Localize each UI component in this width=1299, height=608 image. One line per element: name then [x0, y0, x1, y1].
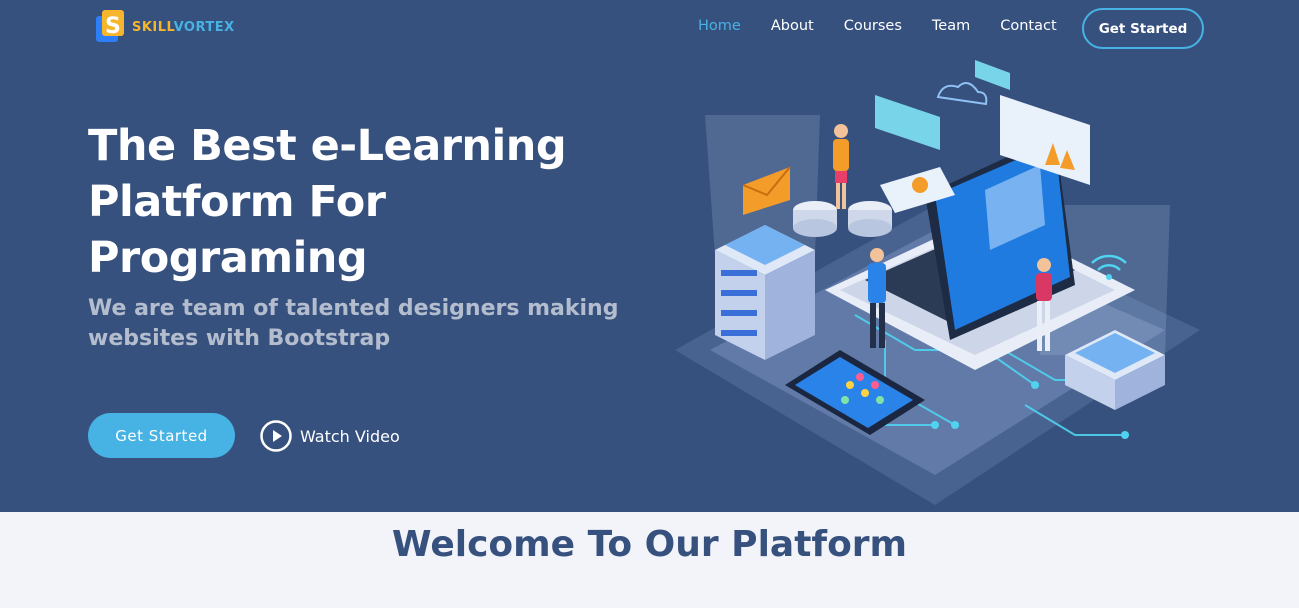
welcome-section-title: Welcome To Our Platform: [391, 524, 908, 565]
brand-name-part2: VORTEX: [173, 19, 235, 35]
brand-name: SKILLVORTEX: [132, 20, 235, 35]
svg-text:S: S: [105, 14, 121, 39]
watch-video-button[interactable]: Watch Video: [260, 420, 400, 452]
nav-link-courses[interactable]: Courses: [844, 18, 902, 34]
play-circle-icon: [260, 420, 292, 452]
hero-get-started-button[interactable]: Get Started: [88, 413, 235, 458]
nav-link-contact[interactable]: Contact: [1000, 18, 1056, 34]
hero-illustration: [675, 60, 1200, 505]
hero-title: The Best e-Learning Platform For Program…: [88, 121, 567, 283]
logo-mark-icon: S: [96, 10, 126, 44]
watch-video-label: Watch Video: [300, 426, 400, 446]
hero-subtitle: We are team of talented designers making…: [88, 296, 619, 351]
main-nav: Home About Courses Team Contact: [698, 18, 1087, 34]
nav-link-team[interactable]: Team: [932, 18, 970, 34]
brand-logo[interactable]: S SKILLVORTEX: [96, 10, 235, 44]
nav-link-home[interactable]: Home: [698, 18, 741, 34]
header-get-started-button[interactable]: Get Started: [1082, 8, 1204, 49]
brand-name-part1: SKILL: [132, 19, 174, 35]
nav-link-about[interactable]: About: [771, 18, 814, 34]
